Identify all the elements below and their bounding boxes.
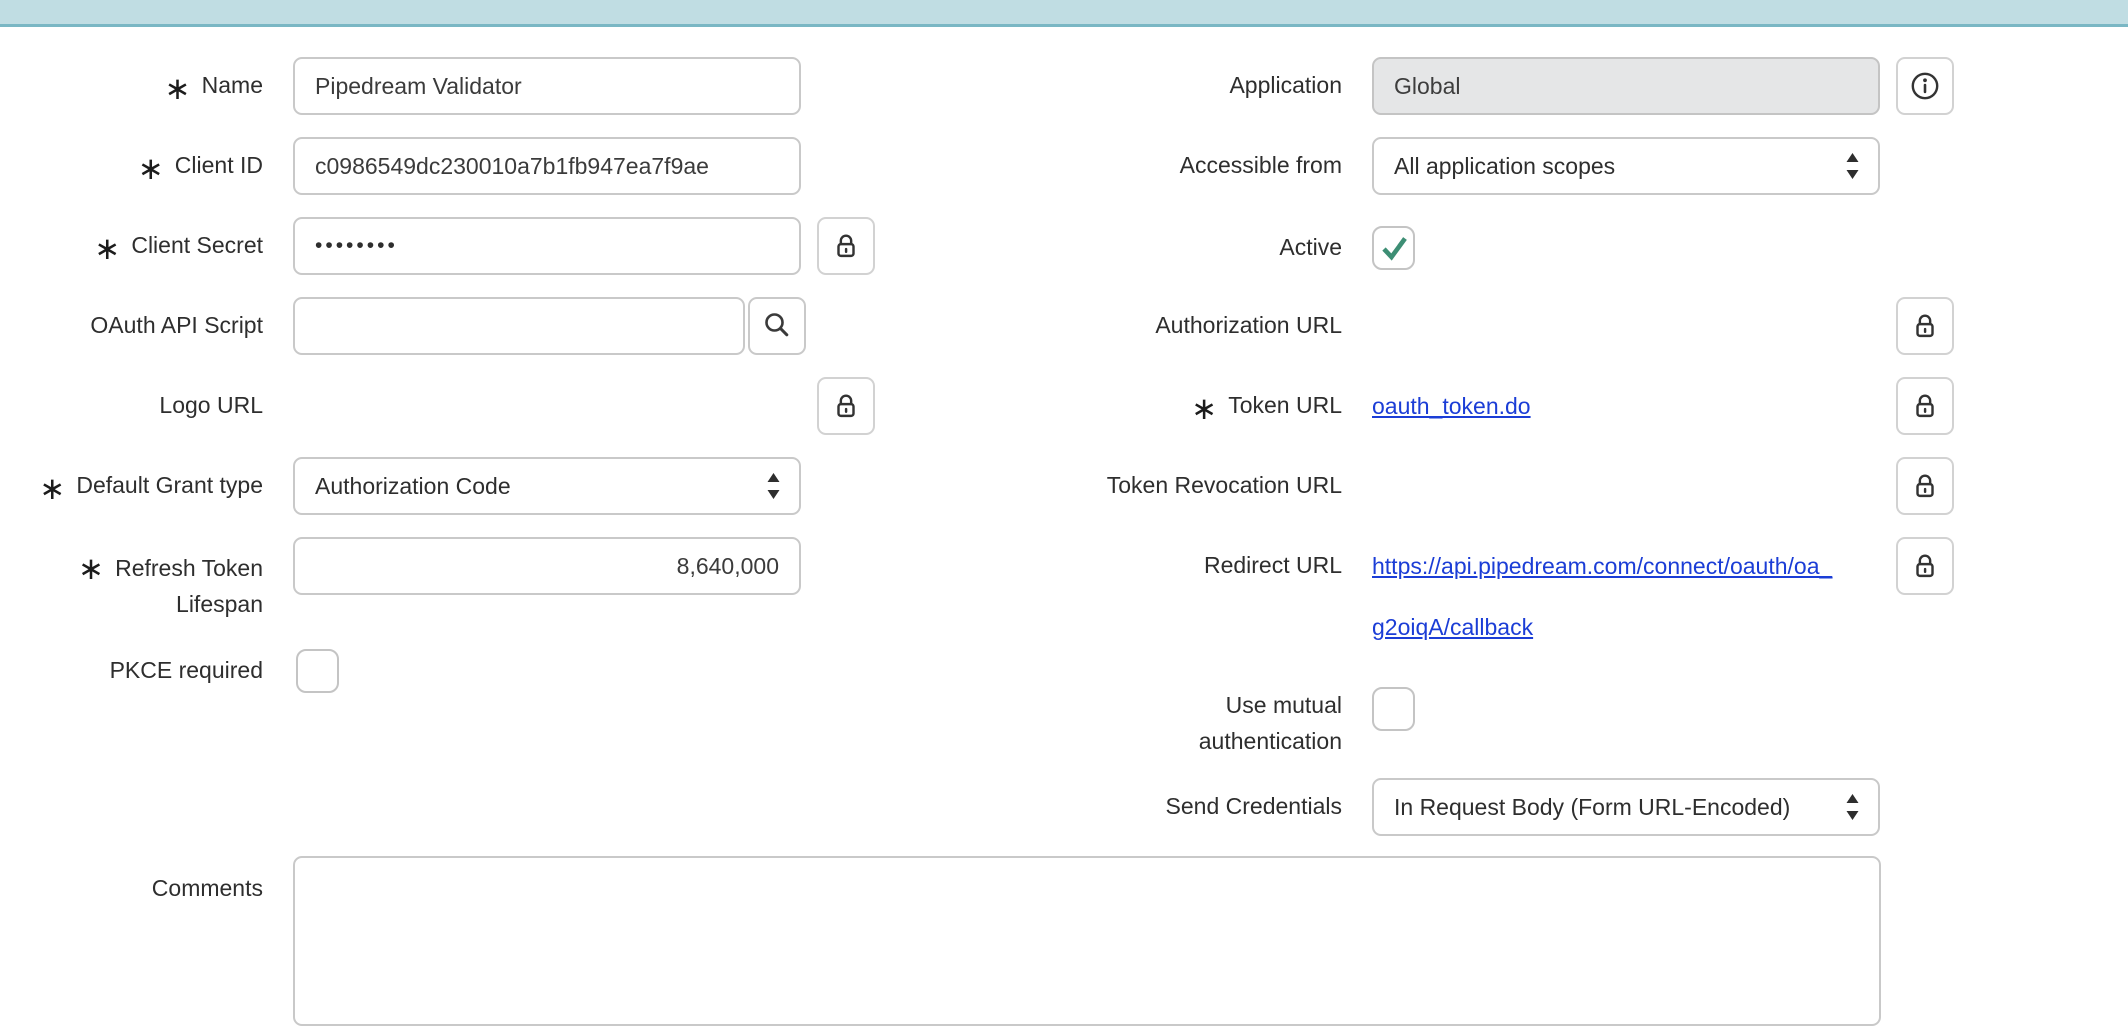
oauth-api-script-group	[293, 297, 806, 355]
search-icon	[761, 310, 793, 342]
token-url-lock-button[interactable]	[1896, 377, 1954, 435]
lock-icon	[1910, 391, 1940, 421]
default-grant-type-select[interactable]: Authorization Code	[293, 457, 801, 515]
required-marker-icon: ∗	[138, 153, 164, 184]
required-marker-icon: ∗	[1191, 393, 1217, 424]
required-marker-icon: ∗	[94, 233, 120, 264]
application-label: Application	[1080, 57, 1342, 115]
application-info-button[interactable]	[1896, 57, 1954, 115]
required-marker-icon: ∗	[165, 73, 191, 104]
token-revocation-url-label: Token Revocation URL	[1080, 457, 1342, 515]
authorization-url-lock-button[interactable]	[1896, 297, 1954, 355]
use-mutual-authentication-label: Use mutual authentication	[1080, 687, 1342, 759]
pkce-required-checkbox[interactable]	[296, 649, 339, 693]
oauth-api-script-input[interactable]	[293, 297, 745, 355]
active-label: Active	[1080, 226, 1342, 270]
required-marker-icon: ∗	[78, 551, 104, 586]
use-mutual-authentication-checkbox[interactable]	[1372, 687, 1415, 731]
form-header-strip	[0, 0, 2128, 27]
logo-url-lock-button[interactable]	[817, 377, 875, 435]
token-url-link[interactable]: oauth_token.do	[1372, 393, 1531, 420]
select-arrows-icon	[766, 471, 781, 501]
lock-icon	[1910, 311, 1940, 341]
refresh-token-lifespan-input[interactable]	[293, 537, 801, 595]
send-credentials-select[interactable]: In Request Body (Form URL-Encoded)	[1372, 778, 1880, 836]
checkmark-icon	[1376, 230, 1412, 266]
redirect-url-link-line2[interactable]: g2oiqA/callback	[1372, 614, 1533, 640]
pkce-required-label: PKCE required	[20, 649, 263, 693]
redirect-url-link-line1[interactable]: https://api.pipedream.com/connect/oauth/…	[1372, 553, 1832, 580]
comments-textarea[interactable]	[293, 856, 1881, 1026]
lock-icon	[831, 391, 861, 421]
send-credentials-label: Send Credentials	[1080, 778, 1342, 836]
accessible-from-label: Accessible from	[1080, 137, 1342, 195]
lock-icon	[831, 231, 861, 261]
redirect-url-label: Redirect URL	[1080, 537, 1342, 595]
select-arrows-icon	[1845, 792, 1860, 822]
token-revocation-url-lock-button[interactable]	[1896, 457, 1954, 515]
refresh-token-lifespan-label: ∗Refresh Token Lifespan	[20, 548, 263, 622]
authorization-url-label: Authorization URL	[1080, 297, 1342, 355]
active-checkbox[interactable]	[1372, 226, 1415, 270]
client-secret-input[interactable]	[293, 217, 801, 275]
default-grant-type-label: ∗ Default Grant type	[20, 457, 263, 515]
token-url-label: ∗ Token URL	[1080, 377, 1342, 435]
comments-label: Comments	[20, 860, 263, 918]
oauth-api-script-label: OAuth API Script	[20, 297, 263, 355]
select-arrows-icon	[1845, 151, 1860, 181]
client-id-input[interactable]	[293, 137, 801, 195]
application-input	[1372, 57, 1880, 115]
oauth-api-script-lookup-button[interactable]	[748, 297, 806, 355]
client-secret-lock-button[interactable]	[817, 217, 875, 275]
required-marker-icon: ∗	[39, 473, 65, 504]
accessible-from-select[interactable]: All application scopes	[1372, 137, 1880, 195]
name-label: ∗ Name	[20, 57, 263, 115]
lock-icon	[1910, 471, 1940, 501]
name-input[interactable]	[293, 57, 801, 115]
logo-url-label: Logo URL	[20, 377, 263, 435]
client-secret-label: ∗ Client Secret	[20, 217, 263, 275]
redirect-url-lock-button[interactable]	[1896, 537, 1954, 595]
client-id-label: ∗ Client ID	[20, 137, 263, 195]
lock-icon	[1910, 551, 1940, 581]
info-icon	[1909, 70, 1941, 102]
